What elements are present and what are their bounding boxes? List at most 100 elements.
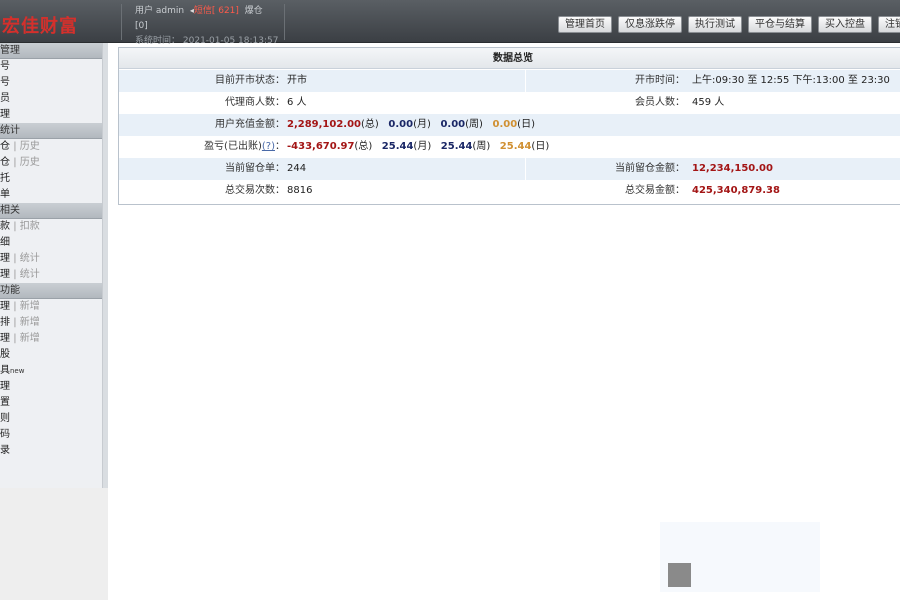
sidebar-item[interactable]: 托 <box>0 171 102 187</box>
nav-test-button[interactable]: 执行测试 <box>688 16 742 33</box>
recharge-label: 用户充值金额： <box>215 119 285 130</box>
recharge-week-unit: (周) <box>465 119 483 130</box>
pnl-figures: -433,670.97(总) 25.44(月) 25.44(周) 25.44(日… <box>287 136 549 158</box>
sidebar-item-sublink[interactable]: 统计 <box>20 269 40 280</box>
sidebar-item-sublink[interactable]: 历史 <box>20 141 40 152</box>
sidebar-item: 款 | 扣款 <box>0 219 102 235</box>
nav-logout-button[interactable]: 注销 <box>878 16 900 33</box>
sms-link[interactable]: 短信 <box>194 6 212 16</box>
sidebar-item-label[interactable]: 排 <box>0 317 10 328</box>
sidebar-item-sublink[interactable]: 扣款 <box>20 221 40 232</box>
row-trades: 总交易次数： 8816 总交易金额： 425,340,879.38 <box>119 180 900 202</box>
sidebar-item-separator: | <box>13 269 17 280</box>
pnl-label: 盈亏(已出账) <box>204 141 262 152</box>
nav-buy-control-button[interactable]: 买入控盘 <box>818 16 872 33</box>
sidebar-item: 理 | 新增 <box>0 331 102 347</box>
sidebar-section-header[interactable]: 管理 <box>0 43 102 59</box>
pnl-total: -433,670.97 <box>287 141 355 152</box>
pnl-colon: ： <box>275 141 285 152</box>
sidebar-item-sublink[interactable]: 新增 <box>20 301 40 312</box>
members-value: 459 人 <box>692 97 725 108</box>
sidebar-scrollbar[interactable] <box>103 43 108 488</box>
sidebar-item[interactable]: 置 <box>0 395 102 411</box>
sidebar-item: 理 | 统计 <box>0 251 102 267</box>
sidebar-item[interactable]: 码 <box>0 427 102 443</box>
sidebar-item-label[interactable]: 具 <box>0 365 10 376</box>
sidebar-section-header[interactable]: 相关 <box>0 203 102 219</box>
sidebar-item[interactable]: 则 <box>0 411 102 427</box>
pnl-month: 25.44 <box>381 141 414 152</box>
liquidation-link[interactable]: 爆仓 <box>245 6 263 16</box>
sidebar-item-sublink[interactable]: 统计 <box>20 253 40 264</box>
sms-count[interactable]: [ 621] <box>212 6 239 16</box>
sidebar-item-label[interactable]: 仓 <box>0 157 10 168</box>
row-pnl: 盈亏(已出账)(?)： -433,670.97(总) 25.44(月) 25.4… <box>119 136 900 158</box>
nav-home-button[interactable]: 管理首页 <box>558 16 612 33</box>
sidebar-item-separator: | <box>13 333 17 344</box>
overview-panel: 数据总览 目前开市状态： 开市 开市时间： 上午:09:30 至 12:55 下… <box>118 47 900 205</box>
sidebar-item[interactable]: 号 <box>0 75 102 91</box>
sidebar-item[interactable]: 单 <box>0 187 102 203</box>
sidebar-item: 仓 | 历史 <box>0 155 102 171</box>
trades-label: 总交易次数： <box>225 185 285 196</box>
recharge-day-unit: (日) <box>517 119 535 130</box>
positions-value: 244 <box>287 163 307 174</box>
market-hours-label: 开市时间： <box>635 75 685 86</box>
user-label: 用户 <box>135 6 154 16</box>
trades-value: 8816 <box>287 185 313 196</box>
pnl-day-unit: (日) <box>531 141 550 152</box>
pnl-total-unit: (总) <box>354 141 373 152</box>
market-hours-value: 上午:09:30 至 12:55 下午:13:00 至 23:30 <box>692 75 890 86</box>
sidebar-item[interactable]: 理 <box>0 379 102 395</box>
row-recharge: 用户充值金额： 2,289,102.00(总) 0.00(月) 0.00(周) … <box>119 114 900 136</box>
sidebar-item-sublink[interactable]: 新增 <box>20 317 40 328</box>
pnl-month-unit: (月) <box>413 141 432 152</box>
row-positions: 当前留仓单： 244 当前留仓金额： 12,234,150.00 <box>119 158 900 180</box>
sidebar-item-label[interactable]: 理 <box>0 333 10 344</box>
positions-amount-label: 当前留仓金额： <box>615 163 685 174</box>
recharge-day: 0.00 <box>492 119 518 130</box>
nav-limit-button[interactable]: 仅息涨跌停 <box>618 16 682 33</box>
recharge-total: 2,289,102.00 <box>287 119 362 130</box>
sidebar-item: 理 | 新增 <box>0 299 102 315</box>
header-divider <box>284 4 285 40</box>
sidebar-item-label[interactable]: 理 <box>0 301 10 312</box>
system-time-label: 系统时间： <box>135 36 181 46</box>
sidebar-empty-area <box>0 488 108 600</box>
sidebar-item[interactable]: 股 <box>0 347 102 363</box>
sidebar-item-label[interactable]: 理 <box>0 269 10 280</box>
agents-label: 代理商人数： <box>225 97 285 108</box>
recharge-week: 0.00 <box>440 119 466 130</box>
agents-value: 6 人 <box>287 97 307 108</box>
sidebar-section-header[interactable]: 功能 <box>0 283 102 299</box>
sidebar-item[interactable]: 理 <box>0 107 102 123</box>
user-info: 用户 admin ◂短信[ 621] 爆仓 [0] 系统时间： 2021-01-… <box>135 3 278 49</box>
pnl-day: 25.44 <box>499 141 532 152</box>
username: admin <box>155 6 185 16</box>
sidebar-item[interactable]: 员 <box>0 91 102 107</box>
sidebar-item[interactable]: 细 <box>0 235 102 251</box>
recharge-month: 0.00 <box>388 119 414 130</box>
sidebar-item-separator: | <box>13 157 17 168</box>
sidebar-item[interactable]: 号 <box>0 59 102 75</box>
pnl-help-link[interactable]: (?) <box>262 141 275 152</box>
sidebar-item: 具new <box>0 363 102 379</box>
sidebar-item-sublink[interactable]: 历史 <box>20 157 40 168</box>
sidebar-section-header[interactable]: 统计 <box>0 123 102 139</box>
members-label: 会员人数： <box>635 97 685 108</box>
nav-settle-button[interactable]: 平仓与结算 <box>748 16 812 33</box>
sidebar-item-label[interactable]: 仓 <box>0 141 10 152</box>
positions-label: 当前留仓单： <box>225 163 285 174</box>
sidebar-item-label[interactable]: 款 <box>0 221 10 232</box>
panel-title: 数据总览 <box>119 48 900 69</box>
sidebar-item-label[interactable]: 理 <box>0 253 10 264</box>
pnl-week-unit: (周) <box>472 141 491 152</box>
sidebar: 管理 号 号 员 理 统计 仓 | 历史 仓 | 历史 托 单 相关 款 | 扣… <box>0 43 103 488</box>
sidebar-item[interactable]: 录 <box>0 443 102 459</box>
sidebar-item-sublink[interactable]: 新增 <box>20 333 40 344</box>
recharge-figures: 2,289,102.00(总) 0.00(月) 0.00(周) 0.00(日) <box>287 114 535 136</box>
sidebar-item-separator: | <box>13 317 17 328</box>
new-badge: new <box>10 367 25 375</box>
recharge-total-unit: (总) <box>361 119 379 130</box>
row-market-status: 目前开市状态： 开市 开市时间： 上午:09:30 至 12:55 下午:13:… <box>119 70 900 92</box>
